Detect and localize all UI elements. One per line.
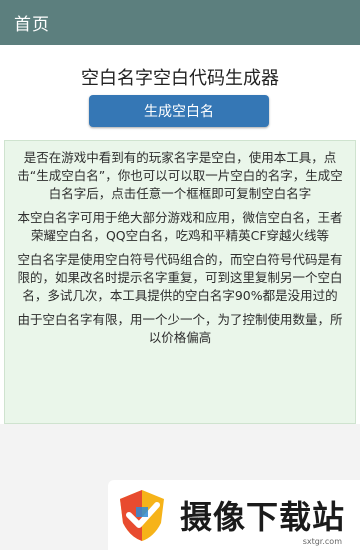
watermark-banner: 摄像下载站 sxtgr.com — [108, 480, 360, 550]
generate-blank-name-button[interactable]: 生成空白名 — [89, 95, 269, 127]
info-paragraph: 是否在游戏中看到有的玩家名字是空白，使用本工具，点击“生成空白名”，你也可以可以… — [17, 150, 343, 201]
watermark-brand-text: 摄像下载站 — [180, 498, 346, 536]
shield-logo-icon — [120, 490, 164, 541]
tool-title: 空白名字空白代码生成器 — [81, 68, 279, 89]
info-panel: 是否在游戏中看到有的玩家名字是空白，使用本工具，点击“生成空白名”，你也可以可以… — [4, 140, 356, 424]
info-paragraph: 本空白名字可用于绝大部分游戏和应用，微信空白名，王者荣耀空白名，QQ空白名，吃鸡… — [17, 210, 343, 243]
info-paragraph: 空白名字是使用空白符号代码组合的，而空白符号代码是有限的，如果改名时提示名字重复… — [17, 252, 343, 303]
top-bar: 首页 — [0, 0, 360, 45]
page-title[interactable]: 首页 — [14, 10, 50, 35]
info-paragraph: 由于空白名字有限，用一个少一个，为了控制使用数量，所以价格偏高 — [17, 312, 343, 345]
watermark-domain: sxtgr.com — [302, 537, 342, 546]
